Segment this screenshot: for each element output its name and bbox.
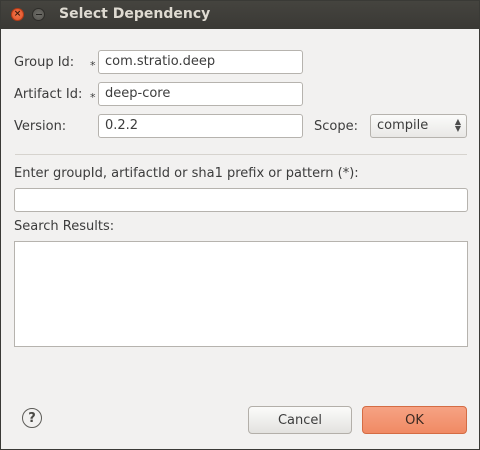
separator [15, 154, 467, 155]
close-icon[interactable]: × [11, 8, 24, 21]
search-results-label: Search Results: [14, 219, 115, 234]
cancel-button[interactable]: Cancel [248, 406, 352, 434]
artifact-id-label: Artifact Id: [14, 87, 83, 102]
minimize-icon[interactable] [32, 8, 45, 21]
group-id-required-marker: * [90, 59, 96, 72]
scope-select[interactable]: compile ▲ ▼ [370, 114, 467, 138]
scope-select-value: compile [377, 118, 429, 133]
title-bar: × Select Dependency [1, 1, 479, 29]
spin-arrows-icon: ▲ ▼ [454, 117, 461, 133]
search-input[interactable] [14, 188, 468, 212]
group-id-label: Group Id: [14, 55, 75, 70]
help-icon[interactable]: ? [22, 408, 42, 428]
version-field[interactable]: 0.2.2 [98, 114, 303, 138]
select-dependency-dialog: × Select Dependency Group Id: * com.stra… [0, 0, 480, 450]
window-title: Select Dependency [59, 6, 211, 22]
group-id-field[interactable]: com.stratio.deep [98, 50, 303, 74]
artifact-id-required-marker: * [90, 91, 96, 104]
ok-button[interactable]: OK [362, 406, 467, 434]
search-label: Enter groupId, artifactId or sha1 prefix… [14, 166, 359, 181]
artifact-id-field[interactable]: deep-core [98, 82, 303, 106]
version-label: Version: [14, 119, 67, 134]
search-results-list[interactable] [14, 241, 468, 347]
scope-label: Scope: [314, 119, 358, 134]
